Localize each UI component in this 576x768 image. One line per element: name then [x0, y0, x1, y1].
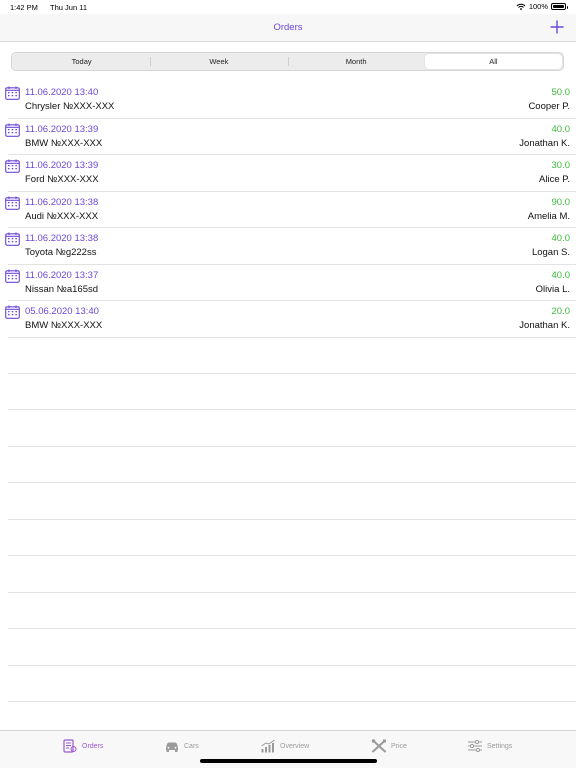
battery-icon: [551, 3, 568, 10]
calendar-icon: [5, 269, 20, 283]
empty-row: [0, 556, 576, 593]
empty-row: [0, 520, 576, 557]
order-customer: Alice P.: [539, 174, 570, 185]
empty-row: [0, 447, 576, 484]
tab-overview[interactable]: Overview: [260, 739, 309, 753]
tab-settings[interactable]: Settings: [467, 739, 512, 753]
order-price: 90.0: [551, 196, 571, 208]
car-icon: [166, 742, 178, 752]
order-car: Chrysler №XXX-XXX: [25, 101, 115, 112]
order-customer: Logan S.: [531, 247, 570, 258]
tab-overview-label: Overview: [280, 742, 310, 750]
segment-all[interactable]: All: [424, 54, 562, 69]
empty-row: [0, 374, 576, 411]
order-row[interactable]: 11.06.2020 13:39 Ford №XXX-XXX 30.0 Alice P…: [0, 155, 576, 192]
add-order-button[interactable]: [549, 19, 565, 35]
order-row[interactable]: 11.06.2020 13:37 Nissan №a165sd 40.0 Olivia…: [0, 265, 576, 302]
segment-week[interactable]: Week: [150, 54, 287, 69]
order-price: 50.0: [551, 87, 571, 98]
order-price: 40.0: [551, 233, 571, 244]
tools-icon: [371, 739, 386, 753]
order-car: BMW №XXX-XXX: [25, 320, 103, 331]
calendar-icon: [5, 305, 20, 319]
calendar-icon: [5, 232, 20, 246]
orders-list: 11.06.2020 13:40 Chrysler №XXX-XXX 50.0 Coo…: [0, 82, 576, 338]
order-car: BMW №XXX-XXX: [25, 137, 103, 149]
order-date: 11.06.2020 13:38: [25, 196, 99, 208]
tab-cars-label: Cars: [184, 742, 199, 750]
empty-row: [0, 629, 576, 666]
order-price: 40.0: [551, 269, 571, 281]
tab-cars[interactable]: Cars: [164, 739, 199, 753]
empty-row: [0, 410, 576, 447]
empty-row: [0, 337, 576, 374]
order-price: 30.0: [551, 160, 571, 171]
order-row[interactable]: 11.06.2020 13:40 Chrysler №XXX-XXX 50.0 Coo…: [0, 82, 576, 119]
status-time: 1:42 PM: [10, 3, 38, 12]
order-date: 11.06.2020 13:38: [25, 233, 99, 244]
navigation-bar: Orders: [0, 14, 576, 42]
order-row[interactable]: 05.06.2020 13:40 BMW №XXX-XXX 20.0 Jonathan…: [0, 301, 576, 338]
calendar-icon: [5, 123, 20, 137]
tab-settings-label: Settings: [487, 742, 513, 750]
status-bar: 1:42 PM Thu Jun 11 100%: [0, 0, 576, 14]
status-left: 1:42 PM Thu Jun 11: [10, 3, 87, 12]
chart-icon: [261, 739, 275, 753]
empty-row: [0, 483, 576, 520]
calendar-icon: [5, 86, 20, 100]
order-customer: Cooper P.: [528, 101, 570, 112]
order-price: 40.0: [551, 123, 571, 135]
empty-row: [0, 666, 576, 703]
sliders-icon: [468, 739, 482, 753]
orders-icon: [63, 739, 77, 753]
order-date: 05.06.2020 13:40: [25, 306, 99, 317]
order-customer: Amelia M.: [527, 210, 570, 222]
empty-row: [0, 593, 576, 630]
order-date: 11.06.2020 13:37: [25, 269, 99, 281]
tab-orders[interactable]: Orders: [62, 739, 103, 753]
order-car: Audi №XXX-XXX: [25, 210, 99, 222]
segment-month[interactable]: Month: [287, 54, 425, 69]
status-right: 100%: [516, 2, 568, 11]
segment-today[interactable]: Today: [13, 54, 150, 69]
empty-list-area: [0, 337, 576, 702]
order-car: Nissan №a165sd: [25, 283, 99, 295]
tab-price[interactable]: Price: [371, 739, 407, 753]
order-customer: Jonathan K.: [519, 320, 570, 331]
period-filter: Today Week Month All: [11, 52, 564, 71]
order-price: 20.0: [551, 306, 571, 317]
battery-percent: 100%: [528, 2, 548, 11]
home-indicator: [200, 759, 377, 763]
tab-orders-label: Orders: [82, 742, 104, 750]
order-date: 11.06.2020 13:40: [25, 87, 99, 98]
order-customer: Jonathan K.: [519, 137, 570, 149]
wifi-icon: [516, 3, 526, 10]
order-car: Ford №XXX-XXX: [25, 174, 99, 185]
calendar-icon: [5, 159, 20, 173]
order-row[interactable]: 11.06.2020 13:38 Toyota №g222ss 40.0 Logan …: [0, 228, 576, 265]
page-title: Orders: [273, 22, 303, 33]
order-row[interactable]: 11.06.2020 13:39 BMW №XXX-XXX 40.0 Jonathan…: [0, 119, 576, 156]
order-row[interactable]: 11.06.2020 13:38 Audi №XXX-XXX 90.0 Amelia …: [0, 192, 576, 229]
tab-price-label: Price: [391, 742, 407, 750]
order-car: Toyota №g222ss: [25, 247, 97, 258]
order-date: 11.06.2020 13:39: [25, 160, 99, 171]
status-date: Thu Jun 11: [50, 3, 88, 12]
order-date: 11.06.2020 13:39: [25, 123, 99, 135]
calendar-icon: [5, 196, 20, 210]
order-customer: Olivia L.: [535, 283, 570, 295]
